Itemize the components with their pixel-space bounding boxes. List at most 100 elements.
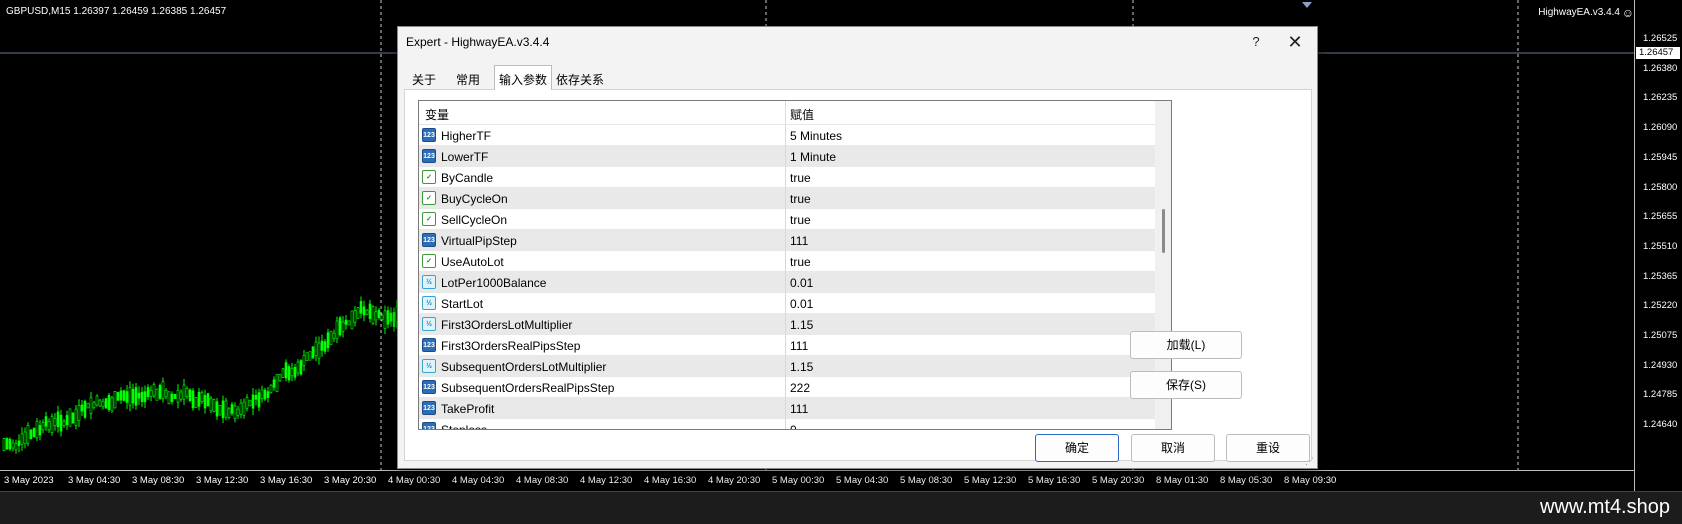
candle-body <box>65 415 69 426</box>
bool-type-icon: ✓ <box>422 212 436 226</box>
int-type-icon: 123 <box>422 422 436 429</box>
help-button[interactable]: ? <box>1246 32 1266 52</box>
candle-body <box>44 416 48 427</box>
candle-body <box>269 384 273 393</box>
column-variable[interactable]: 变量 <box>425 106 449 123</box>
candle-body <box>125 391 129 403</box>
resize-grip-icon[interactable]: ⋰ <box>1305 456 1315 466</box>
tab-inputs[interactable]: 输入参数 <box>494 65 553 90</box>
expert-label[interactable]: HighwayEA.v3.4.4 <box>1538 7 1620 18</box>
ok-button[interactable]: 确定 <box>1035 434 1119 462</box>
current-price-tag: 1.26457 <box>1636 47 1680 59</box>
candle-body <box>80 404 84 412</box>
candle-body <box>56 411 60 427</box>
parameter-row[interactable]: 123 TakeProfit 111 <box>419 398 1155 419</box>
parameter-grid[interactable]: 变量 赋值 123 HigherTF 5 Minutes 123 LowerTF 1 Mi… <box>418 100 1172 430</box>
price-scale[interactable]: 1.26525 1.26380 1.26235 1.26090 1.25945 1.258… <box>1634 0 1682 491</box>
tab-about[interactable]: 关于 <box>408 67 440 89</box>
parameter-row[interactable]: ½ StartLot 0.01 <box>419 293 1155 314</box>
parameter-row[interactable]: ½ First3OrdersLotMultiplier 1.15 <box>419 314 1155 335</box>
time-tick-label: 5 May 12:30 <box>964 475 1017 486</box>
parameter-row[interactable]: ½ LotPer1000Balance 0.01 <box>419 272 1155 293</box>
candle-body <box>341 321 345 332</box>
price-tick-label: 1.25220 <box>1643 300 1678 312</box>
int-type-icon: 123 <box>422 401 436 415</box>
parameter-value[interactable]: true <box>790 213 811 227</box>
parameter-row[interactable]: 123 VirtualPipStep 111 <box>419 230 1155 251</box>
time-tick-label: 4 May 20:30 <box>708 475 761 486</box>
parameter-row[interactable]: ✓ SellCycleOn true <box>419 209 1155 230</box>
price-tick-label: 1.25655 <box>1643 211 1678 223</box>
int-type-icon: 123 <box>422 380 436 394</box>
candle-body <box>311 346 315 359</box>
time-tick-label: 3 May 12:30 <box>196 475 249 486</box>
candle-body <box>188 389 192 402</box>
candle-body <box>113 391 117 409</box>
parameter-row[interactable]: 123 First3OrdersRealPipsStep 111 <box>419 335 1155 356</box>
candle-body <box>362 306 366 316</box>
parameter-value[interactable]: 5 Minutes <box>790 129 842 143</box>
candle-body <box>251 394 255 409</box>
candle-body <box>185 388 189 397</box>
parameter-row[interactable]: 123 LowerTF 1 Minute <box>419 146 1155 167</box>
candle-body <box>206 393 210 407</box>
save-button[interactable]: 保存(S) <box>1130 371 1242 399</box>
candle-body <box>215 401 219 417</box>
parameter-row[interactable]: ✓ BuyCycleOn true <box>419 188 1155 209</box>
parameter-value[interactable]: 0 <box>790 423 797 429</box>
column-value[interactable]: 赋值 <box>790 106 814 123</box>
parameter-value[interactable]: true <box>790 255 811 269</box>
parameter-value[interactable]: 0.01 <box>790 276 813 290</box>
close-button[interactable]: ✕ <box>1284 31 1306 53</box>
candle-body <box>83 400 87 418</box>
parameter-row[interactable]: 123 HigherTF 5 Minutes <box>419 125 1155 146</box>
time-tick-label: 4 May 16:30 <box>644 475 697 486</box>
parameter-row[interactable]: ½ SubsequentOrdersLotMultiplier 1.15 <box>419 356 1155 377</box>
load-button[interactable]: 加载(L) <box>1130 331 1242 359</box>
candle-body <box>98 399 102 407</box>
candle-body <box>131 388 135 404</box>
cancel-button[interactable]: 取消 <box>1131 434 1215 462</box>
parameter-name: SubsequentOrdersLotMultiplier <box>441 360 607 374</box>
dialog-title: Expert - HighwayEA.v3.4.4 <box>406 35 550 49</box>
candle-body <box>11 442 15 449</box>
candle-body <box>53 417 57 426</box>
candle-body <box>149 390 153 397</box>
tab-dependencies[interactable]: 依存关系 <box>552 67 608 89</box>
parameter-value[interactable]: 111 <box>790 402 808 416</box>
time-tick-label: 5 May 16:30 <box>1028 475 1081 486</box>
time-axis[interactable]: 3 May 2023 3 May 04:30 3 May 08:30 3 May 12… <box>0 470 1634 488</box>
candle-body <box>356 307 360 319</box>
parameter-value[interactable]: 0.01 <box>790 297 813 311</box>
candle-body <box>47 421 51 431</box>
dialog-titlebar[interactable]: Expert - HighwayEA.v3.4.4 ? ✕ <box>398 27 1317 57</box>
price-tick-label: 1.26525 <box>1643 33 1678 44</box>
reset-button[interactable]: 重设 <box>1226 434 1310 462</box>
parameter-row[interactable]: 123 Stoploss 0 <box>419 419 1155 429</box>
parameter-value[interactable]: 111 <box>790 339 808 353</box>
parameter-value[interactable]: true <box>790 171 811 185</box>
candle-body <box>323 341 327 352</box>
candle-body <box>74 408 78 426</box>
parameter-row[interactable]: ✓ UseAutoLot true <box>419 251 1155 272</box>
candle-body <box>344 319 348 325</box>
price-tick-label: 1.24785 <box>1643 389 1678 401</box>
parameter-row[interactable]: 123 SubsequentOrdersRealPipsStep 222 <box>419 377 1155 398</box>
bool-type-icon: ✓ <box>422 254 436 268</box>
parameter-row[interactable]: ✓ ByCandle true <box>419 167 1155 188</box>
parameter-value[interactable]: 222 <box>790 381 810 395</box>
int-type-icon: 123 <box>422 338 436 352</box>
parameter-value[interactable]: true <box>790 192 811 206</box>
time-tick-label: 8 May 01:30 <box>1156 475 1209 486</box>
candle-body <box>263 389 267 400</box>
parameter-value[interactable]: 1.15 <box>790 318 813 332</box>
time-tick-label: 3 May 04:30 <box>68 475 121 486</box>
tab-common[interactable]: 常用 <box>452 67 484 89</box>
parameter-value[interactable]: 111 <box>790 234 808 248</box>
scrollbar-thumb[interactable] <box>1162 209 1165 253</box>
candle-body <box>257 392 261 408</box>
candle-body <box>287 366 291 381</box>
candle-body <box>374 311 378 321</box>
parameter-value[interactable]: 1.15 <box>790 360 813 374</box>
parameter-value[interactable]: 1 Minute <box>790 150 836 164</box>
